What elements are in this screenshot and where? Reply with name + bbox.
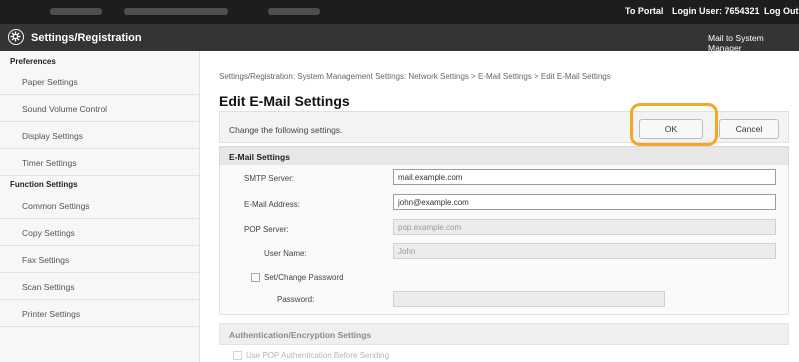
main-content: Settings/Registration: System Management…: [200, 51, 799, 362]
page-title: Edit E-Mail Settings: [219, 93, 350, 109]
sidebar-item-scan-settings[interactable]: Scan Settings: [0, 273, 199, 300]
password-label: Password:: [277, 295, 315, 304]
sidebar-heading-preferences: Preferences: [10, 57, 56, 66]
email-address-input[interactable]: john@example.com: [393, 194, 776, 210]
to-portal-link[interactable]: To Portal: [625, 6, 663, 16]
blurred-text: [124, 8, 228, 15]
set-change-password-label: Set/Change Password: [264, 273, 344, 282]
settings-registration-icon: [8, 29, 24, 45]
sidebar-item-printer-settings[interactable]: Printer Settings: [0, 300, 199, 327]
auth-encryption-header: Authentication/Encryption Settings: [219, 323, 789, 345]
login-user-label: Login User: 7654321: [672, 6, 760, 16]
sidebar-item-label: Paper Settings: [22, 77, 78, 87]
user-name-label: User Name:: [264, 249, 307, 258]
app-title: Settings/Registration: [31, 32, 142, 44]
sidebar-item-label: Timer Settings: [22, 158, 77, 168]
top-bar: To Portal Login User: 7654321 Log Out: [0, 0, 799, 24]
breadcrumb: Settings/Registration: System Management…: [219, 72, 611, 81]
sidebar-item-display-settings[interactable]: Display Settings: [0, 122, 199, 149]
sidebar: Preferences Paper Settings Sound Volume …: [0, 51, 200, 362]
instruction-text: Change the following settings.: [229, 125, 343, 135]
sidebar-item-label: Fax Settings: [22, 255, 70, 265]
pop-auth-before-sending-checkbox[interactable]: [233, 351, 242, 360]
sidebar-item-label: Display Settings: [22, 131, 83, 141]
smtp-server-input[interactable]: mail.example.com: [393, 169, 776, 185]
cancel-button[interactable]: Cancel: [719, 119, 779, 139]
sidebar-item-label: Copy Settings: [22, 228, 75, 238]
title-bar: Settings/Registration Mail to System Man…: [0, 24, 799, 53]
sidebar-item-copy-settings[interactable]: Copy Settings: [0, 219, 199, 246]
ok-button-highlight: [630, 103, 718, 146]
blurred-text: [268, 8, 320, 15]
sidebar-item-common-settings[interactable]: Common Settings: [0, 192, 199, 219]
blurred-text: [50, 8, 102, 15]
email-settings-header: E-Mail Settings: [219, 146, 789, 166]
sidebar-item-label: Printer Settings: [22, 309, 81, 319]
logout-link[interactable]: Log Out: [764, 6, 799, 16]
sidebar-item-sound-volume-control[interactable]: Sound Volume Control: [0, 95, 199, 122]
pop-server-input[interactable]: pop.example.com: [393, 219, 776, 235]
email-address-label: E-Mail Address:: [244, 200, 301, 209]
set-change-password-checkbox[interactable]: [251, 273, 260, 282]
sidebar-item-label: Sound Volume Control: [22, 104, 108, 114]
section-title: Authentication/Encryption Settings: [229, 330, 372, 340]
sidebar-item-label: Common Settings: [22, 201, 90, 211]
section-title: E-Mail Settings: [229, 152, 290, 162]
sidebar-item-paper-settings[interactable]: Paper Settings: [0, 68, 199, 95]
password-input[interactable]: [393, 291, 665, 307]
pop-auth-before-sending-label: Use POP Authentication Before Sending: [246, 351, 390, 360]
user-name-input[interactable]: John: [393, 243, 776, 259]
sidebar-item-label: Scan Settings: [22, 282, 75, 292]
mail-to-system-manager-link[interactable]: Mail to System Manager: [708, 33, 799, 53]
sidebar-item-timer-settings[interactable]: Timer Settings: [0, 149, 199, 176]
smtp-server-label: SMTP Server:: [244, 174, 295, 183]
pop-server-label: POP Server:: [244, 225, 289, 234]
sidebar-heading-function-settings: Function Settings: [10, 180, 78, 189]
sidebar-item-fax-settings[interactable]: Fax Settings: [0, 246, 199, 273]
